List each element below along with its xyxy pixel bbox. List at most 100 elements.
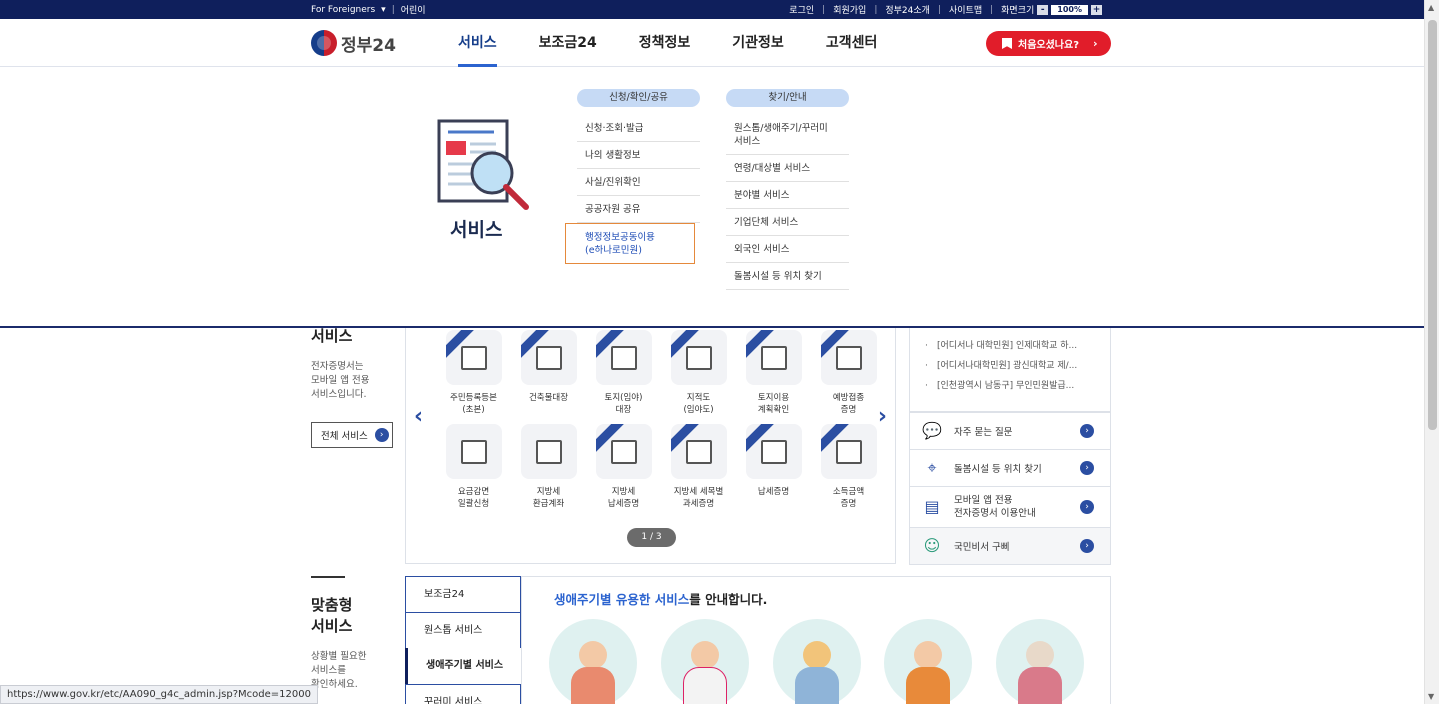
logo[interactable]: 정부24: [311, 30, 396, 56]
person-head: [691, 641, 719, 669]
kids-link[interactable]: 어린이: [401, 3, 426, 16]
service-item[interactable]: 주민등록등본 (초본): [436, 330, 511, 416]
scrollbar-thumb[interactable]: [1428, 20, 1437, 430]
services-title: 서비스: [311, 327, 353, 345]
arrow-right-icon: ›: [374, 428, 389, 442]
service-item[interactable]: 납세증명: [736, 424, 811, 510]
for-foreigners-link[interactable]: For Foreigners: [311, 5, 375, 15]
service-item[interactable]: 지적도 (임야도): [661, 330, 736, 416]
service-item[interactable]: 토지(임야) 대장: [586, 330, 661, 416]
first-visit-button[interactable]: 처음오셨나요? ›: [986, 31, 1111, 56]
person-body: [683, 667, 727, 704]
national-secretary-link[interactable]: ☺ 국민비서 구삐 ›: [909, 527, 1111, 565]
first-visit-label: 처음오셨나요?: [1018, 40, 1080, 51]
nav-agency[interactable]: 기관정보: [732, 19, 784, 67]
map-pin-icon: ⌖: [927, 458, 937, 477]
services-carousel: ‹ › 주민등록등본 (초본) 건축물대장 토지(임야) 대장 지적도 (임야도) 토지…: [405, 320, 896, 564]
service-item[interactable]: 요금감면 일괄신청: [436, 424, 511, 510]
join-link[interactable]: 회원가입: [833, 3, 866, 16]
service-document-icon: [745, 330, 802, 385]
service-label: 지적도 (임야도): [683, 393, 714, 415]
services-mega-menu: 서비스 신청/확인/공유 신청·조회·발급 나의 생활정보 사실/진위확인 공공…: [0, 67, 1424, 328]
mega-link-onestop[interactable]: 원스톱/생애주기/꾸러미 서비스: [726, 115, 849, 155]
lifecycle-child-image[interactable]: [661, 619, 749, 704]
service-document-icon: [670, 330, 727, 385]
header: 정부24 서비스 보조금24 정책정보 기관정보 고객센터 처음오셨나요? ›: [0, 19, 1424, 67]
all-services-label: 전체 서비스: [321, 431, 368, 442]
utility-left: For Foreigners ▾ | 어린이: [311, 3, 426, 17]
service-document-icon: [595, 330, 652, 385]
service-document-icon: [670, 424, 727, 479]
service-label: 지방세 납세증명: [607, 487, 640, 509]
mega-link-admin-info-sharing[interactable]: 행정정보공동이용 (e하나로민원): [565, 223, 695, 264]
service-item[interactable]: 소득금액 증명: [811, 424, 886, 510]
faq-link[interactable]: 💬 자주 묻는 질문 ›: [909, 412, 1111, 450]
lifecycle-senior-image[interactable]: [996, 619, 1084, 704]
lifecycle-panel: 생애주기별 유용한 서비스를 안내합니다.: [521, 576, 1111, 704]
zoom-out-button[interactable]: -: [1037, 4, 1049, 15]
arrow-right-icon: ›: [1080, 500, 1094, 514]
sitemap-link[interactable]: 사이트맵: [949, 3, 982, 16]
carousel-prev-button[interactable]: ‹: [414, 404, 423, 429]
nav-policy[interactable]: 정책정보: [639, 19, 691, 67]
mega-link-age-target[interactable]: 연령/대상별 서비스: [726, 155, 849, 182]
logo-text: 정부24: [341, 35, 396, 56]
mega-link-fact-check[interactable]: 사실/진위확인: [577, 169, 700, 196]
tab-lifecycle[interactable]: 생애주기별 서비스: [405, 648, 521, 684]
mega-link-apply-issue[interactable]: 신청·조회·발급: [577, 115, 700, 142]
custom-tabs: 보조금24 원스톱 서비스 생애주기별 서비스 꾸러미 서비스: [405, 576, 521, 704]
scroll-up-icon[interactable]: ▲: [1428, 3, 1434, 12]
mobile-cert-link[interactable]: ▤ 모바일 앱 전용 전자증명서 이용안내 ›: [909, 486, 1111, 528]
notice-list: [어디서나 대학민원] 인제대학교 하... [어디서나대학민원] 광신대학교 …: [910, 328, 1110, 396]
notice-item[interactable]: [인천광역시 남동구] 무인민원발급...: [910, 376, 1110, 396]
lifecycle-middle-age-image[interactable]: [884, 619, 972, 704]
nav-services[interactable]: 서비스: [458, 19, 497, 67]
care-locator-label: 돌봄시설 등 위치 찾기: [954, 464, 1042, 475]
all-services-button[interactable]: 전체 서비스 ›: [311, 422, 393, 448]
section-divider: [311, 576, 345, 578]
zoom-in-button[interactable]: +: [1091, 4, 1102, 15]
page: For Foreigners ▾ | 어린이 로그인 | 회원가입 | 정부24…: [0, 0, 1439, 704]
service-item[interactable]: 건축물대장: [511, 330, 586, 416]
scroll-down-icon[interactable]: ▼: [1428, 692, 1434, 701]
doc-shape: [760, 439, 787, 464]
care-locator-link[interactable]: ⌖ 돌봄시설 등 위치 찾기 ›: [909, 449, 1111, 487]
service-document-icon: [820, 330, 877, 385]
service-item[interactable]: 예방접종 증명: [811, 330, 886, 416]
vertical-scrollbar[interactable]: ▲ ▼: [1424, 0, 1439, 704]
mega-link-care-locator[interactable]: 돌봄시설 등 위치 찾기: [726, 263, 849, 290]
zoom-value: 100%: [1051, 4, 1088, 15]
login-link[interactable]: 로그인: [789, 3, 814, 16]
mega-link-field[interactable]: 분야별 서비스: [726, 182, 849, 209]
tab-onestop[interactable]: 원스톱 서비스: [405, 612, 521, 648]
service-item[interactable]: 지방세 세목별 과세증명: [661, 424, 736, 510]
mega-link-public-resource[interactable]: 공공자원 공유: [577, 196, 700, 223]
mega-link-my-life-info[interactable]: 나의 생활정보: [577, 142, 700, 169]
mega-col-find: 찾기/안내 원스톱/생애주기/꾸러미 서비스 연령/대상별 서비스 분야별 서비…: [726, 89, 849, 290]
notice-item[interactable]: [어디서나 대학민원] 인제대학교 하...: [910, 336, 1110, 356]
lifecycle-pregnancy-image[interactable]: [549, 619, 637, 704]
utility-right: 로그인 | 회원가입 | 정부24소개 | 사이트맵 | 화면크기 - 100%…: [789, 3, 1102, 16]
person-head: [579, 641, 607, 669]
doc-shape: [535, 345, 562, 370]
service-item[interactable]: 지방세 환급계좌: [511, 424, 586, 510]
service-label: 토지(임야) 대장: [604, 393, 643, 415]
about-link[interactable]: 정부24소개: [885, 3, 930, 16]
tab-package[interactable]: 꾸러미 서비스: [405, 684, 521, 704]
tab-subsidy24[interactable]: 보조금24: [405, 576, 521, 612]
service-label: 예방접종 증명: [832, 393, 865, 415]
nav-subsidy24[interactable]: 보조금24: [539, 19, 597, 67]
lifecycle-youth-image[interactable]: [773, 619, 861, 704]
nav-customer[interactable]: 고객센터: [826, 19, 878, 67]
service-item[interactable]: 지방세 납세증명: [586, 424, 661, 510]
service-label: 건축물대장: [528, 393, 569, 403]
document-search-icon: [437, 119, 529, 210]
service-document-icon: [445, 424, 502, 479]
national-secretary-label: 국민비서 구삐: [954, 542, 1010, 553]
mega-link-foreigner[interactable]: 외국인 서비스: [726, 236, 849, 263]
mega-col-apply: 신청/확인/공유 신청·조회·발급 나의 생활정보 사실/진위확인 공공자원 공…: [565, 89, 700, 264]
services-desc: 전자증명서는 모바일 앱 전용 서비스입니다.: [311, 361, 370, 400]
notice-item[interactable]: [어디서나대학민원] 광신대학교 제/...: [910, 356, 1110, 376]
mega-link-business[interactable]: 기업단체 서비스: [726, 209, 849, 236]
service-item[interactable]: 토지이용 계획확인: [736, 330, 811, 416]
